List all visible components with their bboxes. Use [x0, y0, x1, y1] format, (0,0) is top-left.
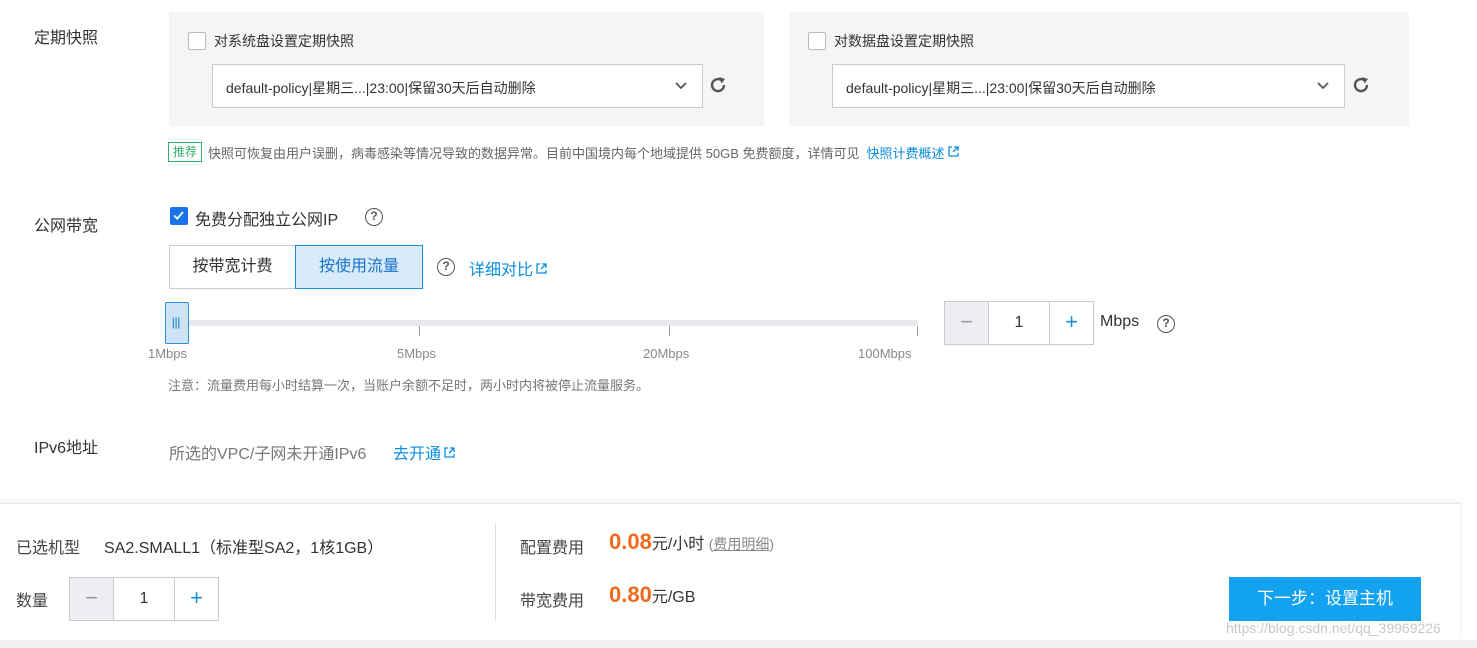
bandwidth-fee-label: 带宽费用 — [520, 593, 585, 610]
compare-link[interactable]: 详细对比 — [469, 256, 547, 280]
slider-tick-label: 5Mbps — [397, 346, 437, 361]
snapshot-billing-link[interactable]: 快照计费概述 — [866, 143, 959, 162]
snapshot-label: 定期快照 — [34, 30, 99, 47]
slider-tick — [917, 326, 918, 336]
free-ip-label: 免费分配独立公网IP — [195, 212, 339, 229]
enable-ipv6-link-text: 去开通 — [393, 446, 442, 463]
config-fee-value: 0.08 — [609, 529, 652, 554]
decrement-button[interactable]: − — [70, 578, 114, 620]
system-disk-snapshot-checkbox[interactable] — [188, 32, 206, 50]
footer-divider — [495, 523, 496, 621]
selected-model-value: SA2.SMALL1（标准型SA2，1核1GB） — [104, 540, 384, 557]
slider-tick — [669, 326, 670, 336]
bandwidth-stepper: − 1 + — [944, 301, 1094, 345]
compare-link-text: 详细对比 — [469, 262, 534, 279]
data-disk-policy-value: default-policy|星期三...|23:00|保留30天后自动删除 — [846, 80, 1156, 96]
next-step-button[interactable]: 下一步：设置主机 — [1229, 577, 1421, 621]
config-fee-unit: 元/小时 — [651, 536, 705, 553]
external-link-icon — [947, 145, 959, 157]
external-link-icon — [536, 263, 547, 274]
refresh-icon[interactable] — [1350, 74, 1372, 96]
increment-button[interactable]: + — [174, 578, 218, 620]
quantity-input[interactable]: 1 — [114, 578, 174, 620]
refresh-icon[interactable] — [707, 74, 729, 96]
bandwidth-fee-value: 0.80 — [609, 582, 652, 607]
check-icon — [173, 211, 184, 220]
increment-button[interactable]: + — [1049, 302, 1093, 344]
system-disk-snapshot-label: 对系统盘设置定期快照 — [214, 33, 354, 49]
bandwidth-fee-unit: 元/GB — [651, 589, 696, 606]
help-icon[interactable]: ? — [437, 258, 455, 276]
bandwidth-unit: Mbps — [1100, 313, 1140, 330]
bandwidth-value-input[interactable]: 1 — [989, 302, 1049, 344]
slider-tick-label: 100Mbps — [858, 346, 912, 361]
slider-tick-label: 1Mbps — [148, 346, 188, 361]
fee-detail-link[interactable]: 费用明细 — [713, 536, 769, 552]
config-fee: 0.08元/小时 (费用明细) — [609, 529, 774, 555]
billing-by-bandwidth-button[interactable]: 按带宽计费 — [169, 245, 296, 289]
enable-ipv6-link[interactable]: 去开通 — [393, 440, 455, 464]
bandwidth-fee: 0.80元/GB — [609, 582, 695, 608]
fee-detail: (费用明细) — [709, 536, 774, 552]
config-fee-label: 配置费用 — [520, 540, 585, 557]
fee-detail-close: ) — [769, 536, 775, 552]
quantity-stepper: − 1 + — [69, 577, 219, 621]
ipv6-label: IPv6地址 — [34, 440, 99, 457]
chevron-down-icon — [675, 82, 687, 90]
ipv6-status-text: 所选的VPC/子网未开通IPv6 — [169, 446, 367, 463]
snapshot-tip: 推荐 快照可恢复由用户误删，病毒感染等情况导致的数据异常。目前中国境内每个地域提… — [168, 142, 959, 162]
free-ip-checkbox[interactable] — [170, 207, 188, 225]
recommend-badge: 推荐 — [168, 142, 203, 162]
system-disk-snapshot-panel: 对系统盘设置定期快照 default-policy|星期三...|23:00|保… — [169, 12, 764, 126]
snapshot-tip-text: 快照可恢复由用户误删，病毒感染等情况导致的数据异常。目前中国境内每个地域提供 5… — [208, 145, 860, 161]
grip-icon — [172, 317, 180, 329]
footer-bottom-strip — [0, 640, 1477, 648]
system-disk-policy-select[interactable]: default-policy|星期三...|23:00|保留30天后自动删除 — [212, 64, 703, 108]
help-icon[interactable]: ? — [1157, 315, 1175, 333]
external-link-icon — [444, 447, 455, 458]
quantity-label: 数量 — [16, 593, 49, 610]
billing-by-traffic-button[interactable]: 按使用流量 — [295, 245, 423, 289]
bandwidth-slider-handle[interactable] — [165, 302, 189, 344]
help-icon[interactable]: ? — [365, 208, 383, 226]
traffic-note: 注意：流量费用每小时结算一次，当账户余额不足时，两小时内将被停止流量服务。 — [168, 378, 650, 393]
chevron-down-icon — [1317, 82, 1329, 90]
data-disk-snapshot-panel: 对数据盘设置定期快照 default-policy|星期三...|23:00|保… — [789, 12, 1409, 126]
data-disk-snapshot-label: 对数据盘设置定期快照 — [834, 33, 974, 49]
system-disk-policy-value: default-policy|星期三...|23:00|保留30天后自动删除 — [226, 80, 536, 96]
scrollbar[interactable] — [1460, 0, 1477, 503]
watermark: https://blog.csdn.net/qq_39969226 — [1226, 620, 1441, 636]
data-disk-snapshot-checkbox[interactable] — [808, 32, 826, 50]
slider-tick — [419, 326, 420, 336]
decrement-button[interactable]: − — [945, 302, 989, 344]
snapshot-billing-link-text: 快照计费概述 — [866, 145, 945, 161]
data-disk-policy-select[interactable]: default-policy|星期三...|23:00|保留30天后自动删除 — [832, 64, 1345, 108]
bandwidth-slider-track[interactable] — [170, 320, 918, 326]
bandwidth-label: 公网带宽 — [34, 218, 99, 235]
selected-model-label: 已选机型 — [16, 540, 81, 557]
slider-tick-label: 20Mbps — [643, 346, 690, 361]
